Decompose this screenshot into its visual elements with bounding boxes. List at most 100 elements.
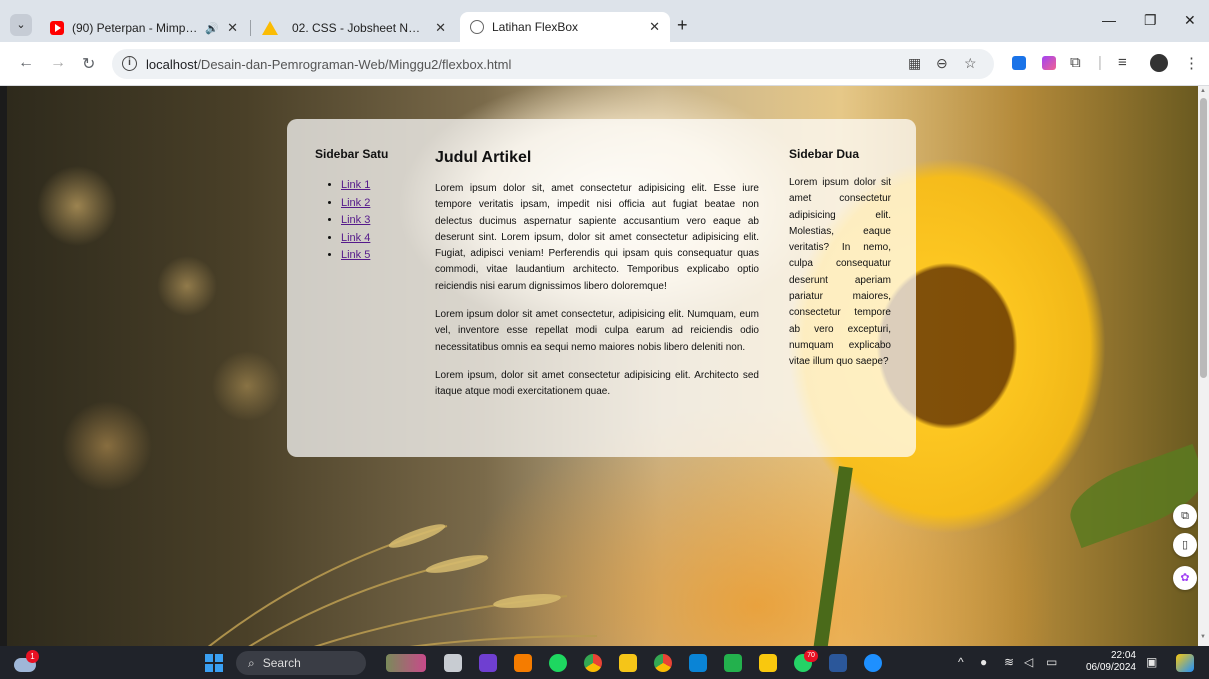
zoom-icon[interactable]: ⊖ — [936, 55, 948, 72]
minimize-icon[interactable]: — — [1102, 12, 1116, 28]
youtube-icon — [50, 21, 64, 35]
word-icon[interactable] — [829, 654, 847, 672]
list-item: Link 2 — [341, 195, 435, 213]
start-windows-icon[interactable] — [205, 654, 223, 672]
tab-close-icon[interactable]: ✕ — [649, 19, 660, 35]
forward-arrow-icon[interactable]: → — [50, 54, 66, 72]
extension-screenshot-icon[interactable] — [1012, 56, 1026, 70]
back-arrow-icon[interactable]: ← — [18, 54, 34, 72]
weather-widget[interactable]: 1 — [14, 650, 39, 672]
copilot-icon[interactable] — [1176, 654, 1194, 672]
link-3[interactable]: Link 3 — [341, 214, 370, 226]
widget-thumbnail-icon[interactable] — [386, 654, 426, 672]
whatsapp-icon[interactable]: 70 — [794, 650, 818, 672]
battery-icon[interactable]: ▭ — [1046, 655, 1057, 669]
article-main: Judul Artikel Lorem ipsum dolor sit, ame… — [435, 147, 759, 437]
list-item: Link 4 — [341, 230, 435, 248]
menu-kebab-icon[interactable]: ⋮ — [1184, 54, 1199, 72]
link-2[interactable]: Link 2 — [341, 197, 370, 209]
link-4[interactable]: Link 4 — [341, 232, 370, 244]
list-item: Link 1 — [341, 177, 435, 195]
system-clock[interactable]: 22:04 06/09/2024 — [1082, 650, 1136, 674]
reading-list-icon[interactable]: ≡ — [1118, 54, 1127, 71]
tab-close-icon[interactable]: ✕ — [227, 20, 238, 36]
link-5[interactable]: Link 5 — [341, 249, 370, 261]
notification-icon[interactable]: ▣ — [1146, 655, 1157, 669]
app-icon[interactable] — [479, 654, 497, 672]
window-close-icon[interactable]: ✕ — [1184, 12, 1196, 29]
tab-latihan-flexbox[interactable]: Latihan FlexBox ✕ — [460, 12, 670, 42]
vscode-icon[interactable] — [689, 654, 707, 672]
chrome-icon[interactable] — [584, 654, 602, 672]
audio-playing-icon[interactable]: 🔊 — [205, 22, 219, 35]
profile-avatar[interactable] — [1150, 54, 1168, 72]
sunflower-stem — [811, 465, 853, 646]
sunflower-leaf — [1060, 443, 1198, 549]
tab-separator — [250, 20, 251, 36]
windows-taskbar: 1 ⌕ Search 70 ^ ● ≋ ◁ ▭ 22:04 06/09/2024 … — [0, 646, 1209, 679]
tab-title: (90) Peterpan - Mimpi Yang — [72, 21, 199, 35]
sidebar-satu-title: Sidebar Satu — [315, 147, 389, 161]
edge-icon[interactable] — [864, 654, 882, 672]
sidebar-dua: Sidebar Dua Lorem ipsum dolor sit amet c… — [789, 147, 891, 437]
page-viewport: Sidebar Satu Link 1 Link 2 Link 3 Link 4… — [7, 86, 1198, 646]
tab-title: Latihan FlexBox — [492, 20, 579, 34]
article-paragraph-3: Lorem ipsum, dolor sit amet consectetur … — [435, 369, 759, 398]
google-drive-icon — [262, 21, 278, 35]
spotify-icon[interactable] — [549, 654, 567, 672]
extensions-puzzle-icon[interactable]: ⧉ — [1070, 54, 1081, 71]
search-label: Search — [262, 656, 301, 670]
reader-float-icon[interactable]: ▯ — [1173, 533, 1197, 557]
translate-icon[interactable]: ▦ — [908, 55, 921, 72]
page-scrollbar[interactable]: ▲ ▼ — [1198, 86, 1209, 646]
restore-icon[interactable]: ❐ — [1144, 12, 1157, 29]
article-paragraph-1: Lorem ipsum dolor sit, amet consectetur … — [435, 183, 759, 292]
tab-close-icon[interactable]: ✕ — [435, 20, 446, 36]
whatsapp-badge: 70 — [804, 650, 818, 662]
wheat-grass-image — [207, 524, 598, 646]
file-explorer-icon[interactable] — [619, 654, 637, 672]
globe-icon — [470, 20, 484, 34]
sidebar-dua-text: Lorem ipsum dolor sit amet consectetur a… — [789, 177, 891, 368]
article-paragraph-2: Lorem ipsum dolor sit amet consectetur, … — [435, 309, 759, 353]
clock-time: 22:04 — [1110, 650, 1136, 661]
translate-float-icon[interactable]: ⧉ — [1173, 504, 1197, 528]
wifi-icon[interactable]: ≋ — [1004, 655, 1014, 669]
toolbar-divider: | — [1098, 54, 1102, 71]
browser-toolbar: ← → ↻ i localhost/Desain-dan-Pemrograman… — [0, 42, 1209, 86]
xampp-icon[interactable] — [514, 654, 532, 672]
url-path: /Desain-dan-Pemrograman-Web/Minggu2/flex… — [197, 57, 512, 72]
site-info-icon[interactable]: i — [122, 56, 137, 71]
tray-overflow-icon[interactable]: ^ — [958, 655, 964, 669]
tab-jobsheet-pdf[interactable]: 02. CSS - Jobsheet NEW.pdf - G ✕ — [252, 14, 456, 42]
flexbox-container: Sidebar Satu Link 1 Link 2 Link 3 Link 4… — [287, 119, 916, 457]
address-bar[interactable]: i localhost/Desain-dan-Pemrograman-Web/M… — [112, 49, 994, 79]
url-text[interactable]: localhost/Desain-dan-Pemrograman-Web/Min… — [146, 57, 511, 72]
sticky-notes-icon[interactable] — [759, 654, 777, 672]
ai-assistant-float-icon[interactable]: ✿ — [1173, 566, 1197, 590]
list-item: Link 5 — [341, 247, 435, 265]
volume-icon[interactable]: ◁ — [1024, 655, 1033, 669]
url-host: localhost — [146, 57, 198, 72]
tab-strip: ⌄ (90) Peterpan - Mimpi Yang 🔊 ✕ 02. CSS… — [0, 0, 1209, 42]
list-item: Link 3 — [341, 212, 435, 230]
link-1[interactable]: Link 1 — [341, 179, 370, 191]
app-green-icon[interactable] — [724, 654, 742, 672]
sidebar-satu-links: Link 1 Link 2 Link 3 Link 4 Link 5 — [315, 177, 435, 265]
reload-icon[interactable]: ↻ — [82, 54, 95, 74]
task-view-icon[interactable] — [444, 654, 462, 672]
sidebar-dua-title: Sidebar Dua — [789, 147, 860, 161]
tab-search-button[interactable]: ⌄ — [10, 14, 32, 36]
bookmark-star-icon[interactable]: ☆ — [964, 55, 977, 72]
sidebar-satu: Sidebar Satu Link 1 Link 2 Link 3 Link 4… — [315, 147, 435, 437]
scrollbar-thumb[interactable] — [1200, 98, 1207, 378]
new-tab-button[interactable]: + — [677, 15, 688, 36]
weather-badge: 1 — [26, 650, 39, 663]
tab-youtube[interactable]: (90) Peterpan - Mimpi Yang 🔊 ✕ — [40, 14, 248, 42]
scroll-up-icon[interactable]: ▲ — [1200, 88, 1206, 94]
taskbar-search[interactable]: ⌕ Search — [236, 651, 366, 675]
extension-ai-icon[interactable] — [1042, 56, 1056, 70]
chrome-profile-icon[interactable] — [654, 654, 672, 672]
tray-app-icon[interactable]: ● — [980, 655, 987, 669]
scroll-down-icon[interactable]: ▼ — [1200, 634, 1206, 640]
